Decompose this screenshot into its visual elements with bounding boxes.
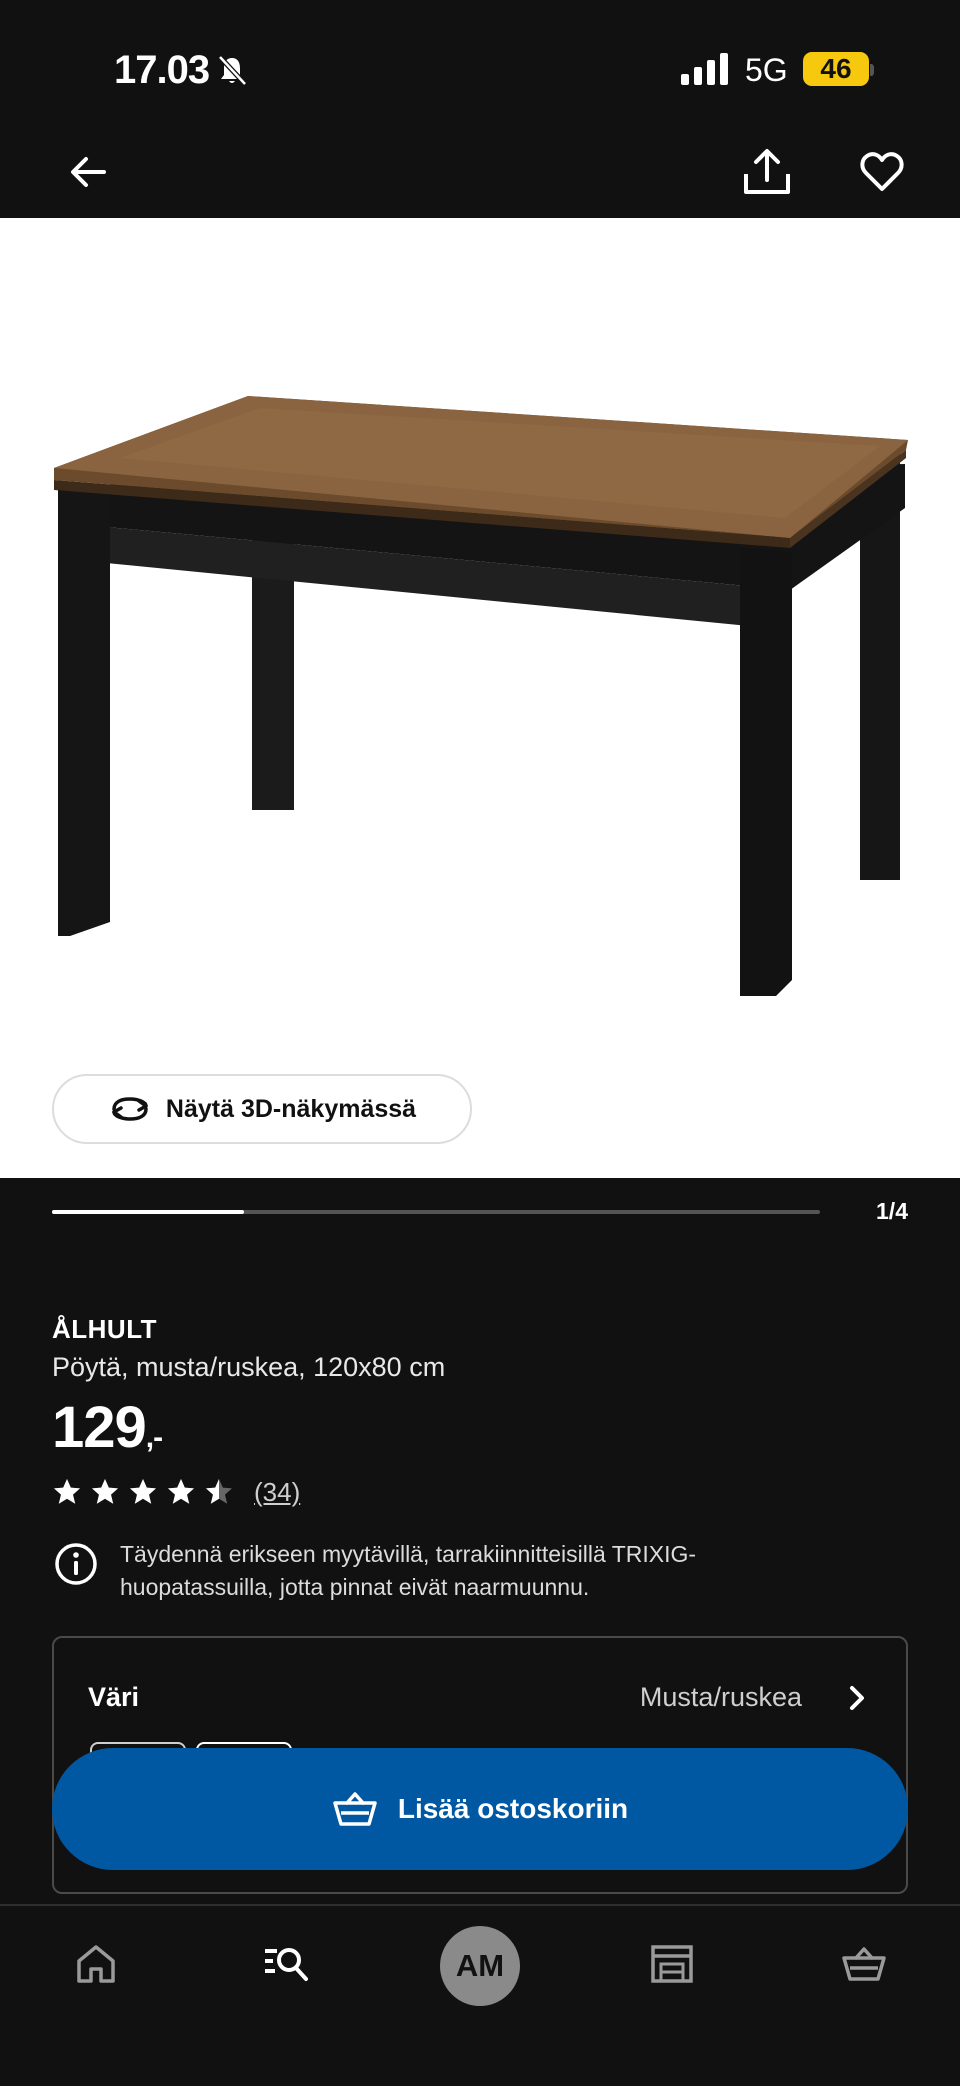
status-bar: 17.03 5G 46 (0, 0, 960, 140)
network-label: 5G (745, 52, 788, 88)
nav-stores[interactable] (642, 1934, 702, 1994)
nav-home[interactable] (66, 1934, 126, 1994)
bottom-nav: AM (0, 1904, 960, 2086)
top-nav (0, 140, 960, 218)
product-image-gallery[interactable]: Näytä 3D-näkymässä (0, 218, 960, 1178)
star-full-icon (168, 1479, 194, 1504)
battery-indicator: 46 (803, 52, 869, 86)
nav-search[interactable] (256, 1934, 316, 1994)
rotate-3d-icon (112, 1097, 148, 1121)
view-3d-label: Näytä 3D-näkymässä (165, 1094, 417, 1123)
variant-label: Väri (88, 1682, 140, 1712)
product-description: Pöytä, musta/ruskea, 120x80 cm (52, 1352, 446, 1382)
gallery-progress-bar (52, 1210, 820, 1214)
heart-icon[interactable] (858, 148, 906, 196)
add-to-cart-label: Lisää ostoskoriin (397, 1793, 629, 1824)
status-time: 17.03 (114, 48, 210, 92)
rating-row[interactable]: (34) (52, 1474, 300, 1510)
review-count-link[interactable]: (34) (254, 1477, 300, 1508)
star-full-icon (92, 1479, 118, 1504)
price-value: 129 (52, 1395, 147, 1460)
search-list-icon (265, 1948, 308, 1981)
product-name: ÅLHULT (52, 1314, 158, 1344)
product-image (54, 396, 908, 996)
home-icon (77, 1945, 115, 1983)
info-icon (55, 1543, 97, 1585)
signal-icon (681, 53, 728, 85)
nav-profile-avatar[interactable]: AM (440, 1926, 520, 2006)
info-note-text: Täydennä erikseen myytävillä, tarrakiinn… (120, 1541, 697, 1600)
add-to-cart-button[interactable]: Lisää ostoskoriin (52, 1748, 908, 1870)
product-price: 129,- (52, 1394, 163, 1461)
shopping-basket-icon (333, 1792, 377, 1826)
rating-stars (52, 1477, 242, 1507)
share-icon[interactable] (742, 146, 792, 198)
store-icon (651, 1945, 693, 1983)
shopping-basket-icon (842, 1947, 886, 1981)
gallery-progress-fill (52, 1210, 244, 1214)
price-suffix: ,- (145, 1421, 163, 1454)
gallery-page-counter: 1/4 (876, 1198, 908, 1224)
star-full-icon (54, 1479, 80, 1504)
battery-cap (870, 64, 874, 76)
back-arrow-icon[interactable] (64, 148, 112, 196)
variant-value: Musta/ruskea (639, 1682, 802, 1712)
chevron-right-icon[interactable] (842, 1682, 872, 1714)
star-full-icon (130, 1479, 156, 1504)
bell-muted-icon (218, 55, 247, 86)
view-3d-button[interactable]: Näytä 3D-näkymässä (52, 1074, 472, 1144)
nav-cart[interactable] (834, 1934, 894, 1994)
star-half-icon (206, 1479, 232, 1504)
